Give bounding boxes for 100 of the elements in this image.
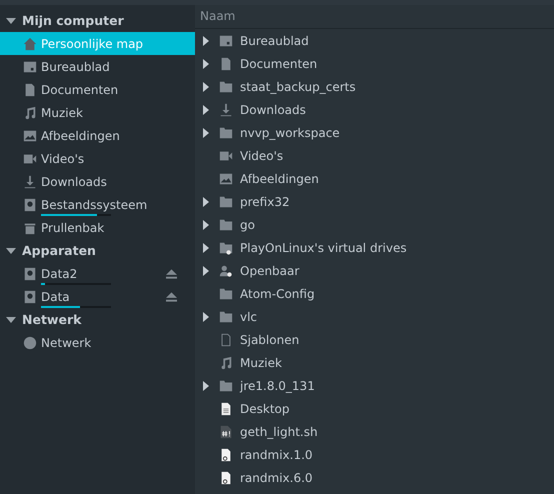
expander-icon[interactable] [203, 58, 209, 68]
expander-icon[interactable] [203, 242, 209, 252]
expander-icon[interactable] [6, 248, 16, 254]
file-name: randmix.6.0 [240, 470, 313, 484]
section-title: Mijn computer [22, 13, 124, 28]
file-row[interactable]: prefix32 [195, 190, 554, 213]
file-name: vlc [240, 310, 258, 324]
sidebar-item[interactable]: Downloads [0, 170, 195, 193]
file-name: Video's [240, 148, 284, 162]
drive-icon [23, 198, 37, 212]
file-icon [219, 448, 233, 462]
section-title: Netwerk [22, 312, 82, 327]
item-label: Data [41, 290, 70, 304]
image-icon [219, 172, 233, 186]
music-note-icon [23, 106, 37, 120]
folder-icon [219, 126, 233, 140]
image-icon [23, 128, 37, 142]
file-row[interactable]: Desktop [195, 397, 554, 420]
file-name: Documenten [240, 56, 318, 70]
item-label: Documenten [41, 82, 118, 96]
file-row[interactable]: geth_light.sh [195, 420, 554, 443]
file-row[interactable]: randmix.1.0 [195, 443, 554, 466]
expander-icon[interactable] [6, 18, 16, 24]
sidebar-item[interactable]: Data [0, 285, 195, 308]
file-icon [219, 470, 233, 484]
file-row[interactable]: staat_backup_certs [195, 75, 554, 98]
expander-icon[interactable] [203, 196, 209, 206]
file-name: randmix.1.0 [240, 448, 313, 462]
file-row[interactable]: nvvp_workspace [195, 121, 554, 144]
expander-icon[interactable] [203, 380, 209, 390]
home-icon [23, 36, 37, 50]
sidebar-item[interactable]: Bestandssysteem [0, 193, 195, 216]
file-row[interactable]: randmix.6.0 [195, 466, 554, 489]
trash-icon [23, 220, 37, 234]
text-file-icon [219, 402, 233, 416]
expander-icon[interactable] [203, 82, 209, 92]
folder-icon [219, 286, 233, 300]
sidebar-item[interactable]: Netwerk [0, 331, 195, 354]
sidebar-item[interactable]: Muziek [0, 101, 195, 124]
file-name: Muziek [240, 356, 282, 370]
expander-icon[interactable] [203, 104, 209, 114]
file-row[interactable]: jre1.8.0_131 [195, 374, 554, 397]
download-icon [219, 102, 233, 116]
desktop-icon [219, 34, 233, 48]
file-name: geth_light.sh [240, 424, 318, 438]
people-icon [219, 264, 233, 278]
document-icon [23, 82, 37, 96]
item-label: Video's [41, 152, 84, 166]
expander-icon[interactable] [203, 220, 209, 230]
expander-icon[interactable] [203, 128, 209, 138]
script-icon [219, 424, 233, 438]
document-icon [219, 56, 233, 70]
file-name: Openbaar [240, 264, 300, 278]
file-name: Bureaublad [240, 34, 309, 48]
folder-icon [219, 378, 233, 392]
file-row[interactable]: Video's [195, 144, 554, 167]
sidebar-item[interactable]: Bureaublad [0, 55, 195, 78]
item-label: Data2 [41, 266, 78, 280]
file-name: Afbeeldingen [240, 172, 319, 186]
sidebar-item[interactable]: Prullenbak [0, 216, 195, 239]
file-name: Desktop [240, 402, 290, 416]
item-label: Bestandssysteem [41, 198, 148, 212]
expander-icon[interactable] [6, 316, 16, 322]
expander-icon[interactable] [203, 266, 209, 276]
sidebar-item[interactable]: Video's [0, 147, 195, 170]
file-row[interactable]: Muziek [195, 351, 554, 374]
folder-icon [219, 218, 233, 232]
sidebar-item[interactable]: Afbeeldingen [0, 124, 195, 147]
eject-icon[interactable] [166, 292, 177, 302]
file-name: prefix32 [240, 194, 290, 208]
expander-icon[interactable] [203, 36, 209, 46]
music-note-icon [219, 356, 233, 370]
file-row[interactable]: PlayOnLinux's virtual drives [195, 236, 554, 259]
sidebar-item[interactable]: Documenten [0, 78, 195, 101]
sidebar-item[interactable]: Data2 [0, 262, 195, 285]
file-row[interactable]: Afbeeldingen [195, 167, 554, 190]
file-row[interactable]: vlc [195, 305, 554, 328]
file-row[interactable]: Documenten [195, 52, 554, 75]
item-label: Downloads [41, 174, 107, 188]
file-name: go [240, 218, 255, 232]
file-row[interactable]: Sjablonen [195, 328, 554, 351]
file-row[interactable]: Bureaublad [195, 29, 554, 52]
item-label: Persoonlijke map [41, 36, 144, 50]
expander-icon[interactable] [203, 312, 209, 322]
drive-icon [23, 266, 37, 280]
file-row[interactable]: Downloads [195, 98, 554, 121]
drive-icon [23, 290, 37, 304]
video-camera-icon [23, 152, 37, 166]
document-icon [219, 332, 233, 346]
file-name: Atom-Config [240, 286, 315, 300]
item-label: Netwerk [41, 336, 92, 350]
file-name: jre1.8.0_131 [240, 378, 315, 392]
item-label: Prullenbak [41, 220, 104, 234]
file-name: staat_backup_certs [240, 80, 356, 94]
file-row[interactable]: Openbaar [195, 259, 554, 282]
file-row[interactable]: go [195, 213, 554, 236]
folder-icon [219, 240, 233, 254]
file-row[interactable]: Atom-Config [195, 282, 554, 305]
eject-icon[interactable] [166, 268, 177, 278]
column-header[interactable]: Naam [195, 5, 554, 29]
